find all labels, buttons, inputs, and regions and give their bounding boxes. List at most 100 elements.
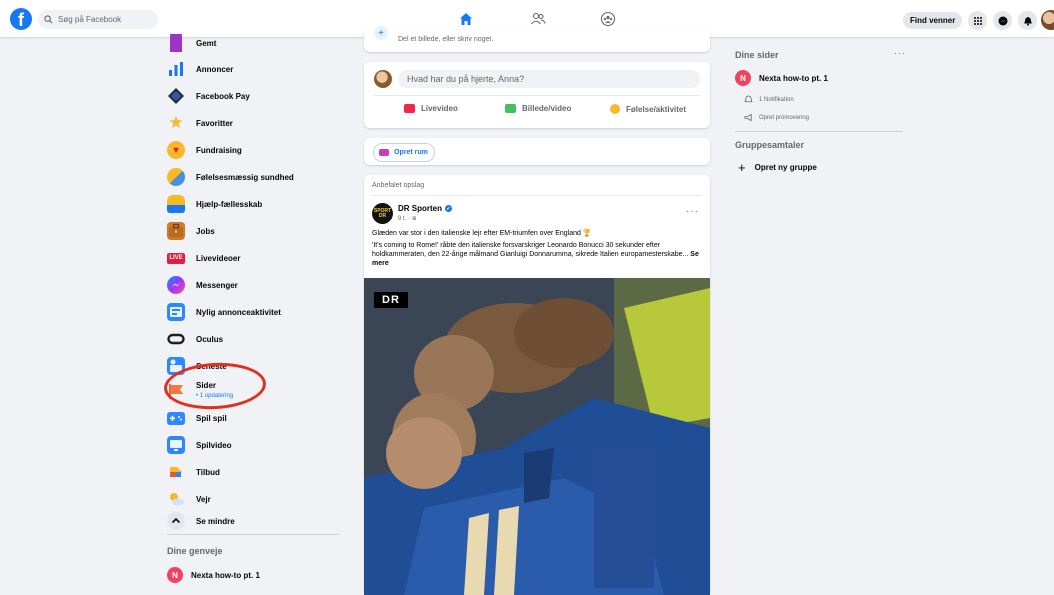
diamond-icon: [167, 87, 185, 105]
composer-avatar[interactable]: [374, 70, 392, 88]
see-less-button[interactable]: Se mindre: [167, 509, 235, 533]
create-room-card: Opret rum: [364, 138, 710, 165]
sidebar-item-community-help[interactable]: Hjælp-fællesskab: [167, 192, 262, 216]
feeling-activity-label: Følelse/aktivitet: [626, 104, 687, 114]
page-name: Nexta how-to pt. 1: [759, 73, 828, 83]
notification-link[interactable]: 1 Notifikation: [744, 95, 794, 104]
sidebar-item-label: Vejr: [196, 494, 211, 504]
bell-icon: [1023, 16, 1032, 26]
players-celebrating-image: [364, 278, 710, 595]
sidebar-item-label: Følelsesmæssig sundhed: [196, 172, 294, 182]
post-video[interactable]: DR: [364, 278, 710, 595]
search-box[interactable]: [38, 10, 158, 29]
shortcut-label: Nexta how-to pt. 1: [191, 570, 260, 580]
sidebar-item-label: Se mindre: [196, 516, 235, 526]
bar-chart-icon: [167, 60, 185, 78]
heart-icon: ♥: [167, 141, 185, 159]
live-badge-icon: LIVE: [167, 252, 185, 264]
bookmark-icon: [170, 34, 182, 52]
sidebar-item-emotional-health[interactable]: Følelsesmæssig sundhed: [167, 165, 294, 189]
photo-video-button[interactable]: Billede/video: [505, 104, 571, 113]
pages-options-button[interactable]: ···: [894, 48, 906, 58]
composer-input[interactable]: Hvad har du på hjerte, Anna?: [398, 70, 700, 88]
messenger-icon: [167, 276, 185, 294]
divider: [735, 131, 903, 132]
briefcase-icon: [167, 222, 185, 240]
post-timestamp[interactable]: 9 t. · ⊕: [398, 215, 417, 222]
sidebar-item-weather[interactable]: Vejr: [167, 487, 211, 511]
sidebar-item-favorites[interactable]: ★ Favoritter: [167, 111, 233, 135]
feeling-activity-button[interactable]: Følelse/aktivitet: [610, 104, 686, 114]
live-video-icon: [404, 104, 415, 113]
bell-icon: [744, 95, 753, 103]
sidebar-item-saved[interactable]: Gemt: [167, 31, 216, 55]
live-video-button[interactable]: Livevideo: [404, 104, 458, 113]
sidebar-item-label: Jobs: [196, 226, 215, 236]
divider: [374, 95, 700, 96]
groups-icon: [600, 11, 616, 26]
create-promotion-link[interactable]: Opret promovering: [744, 113, 809, 122]
sidebar-item-oculus[interactable]: Oculus: [167, 327, 223, 351]
sidebar-item-live-videos[interactable]: LIVE Livevideoer: [167, 246, 240, 270]
sidebar-item-label: Fundraising: [196, 145, 242, 155]
friends-icon: [531, 12, 546, 24]
post-author-avatar[interactable]: SPORT DR: [372, 203, 393, 224]
create-group-button[interactable]: + Opret ny gruppe: [738, 160, 817, 175]
sidebar-item-label: Hjælp-fællesskab: [196, 199, 263, 209]
dr-logo: DR: [374, 292, 408, 308]
create-room-button[interactable]: Opret rum: [373, 143, 435, 162]
sidebar-item-label: Facebook Pay: [196, 91, 250, 101]
group-chats-heading: Gruppesamtaler: [735, 140, 805, 150]
author-name-text: DR Sporten: [398, 204, 442, 213]
sidebar-item-ads[interactable]: Annoncer: [167, 57, 233, 81]
vr-headset-icon: [167, 330, 185, 348]
recommended-post: Anbefalet opslag SPORT DR DR Sporten ✔ 9…: [364, 175, 710, 595]
game-video-icon: [167, 436, 185, 454]
sidebar-item-game-video[interactable]: Spilvideo: [167, 433, 232, 457]
post-body: Glæden var stor i den italienske lejr ef…: [372, 229, 706, 268]
notification-label: 1 Notifikation: [759, 96, 794, 103]
post-paragraph-text: 'It's coming to Rome!' råbte den italien…: [372, 242, 689, 258]
page-avatar: N: [735, 70, 751, 86]
sidebar-item-recent-ad-activity[interactable]: Nylig annonceaktivitet: [167, 300, 281, 324]
sidebar-item-label: Favoritter: [196, 118, 233, 128]
helping-hand-icon: [167, 195, 185, 213]
notifications-button[interactable]: [1018, 11, 1037, 30]
page-nexta[interactable]: N Nexta how-to pt. 1: [735, 70, 828, 86]
sidebar-item-facebook-pay[interactable]: Facebook Pay: [167, 84, 250, 108]
messenger-button[interactable]: [993, 11, 1012, 30]
profile-avatar[interactable]: [1041, 10, 1054, 30]
create-room-label: Opret rum: [394, 149, 428, 156]
sidebar-item-offers[interactable]: Tilbud: [167, 460, 220, 484]
home-icon: [460, 12, 472, 25]
plus-icon[interactable]: +: [374, 26, 388, 40]
post-author-name[interactable]: DR Sporten ✔: [398, 204, 452, 213]
shortcuts-heading: Dine genveje: [167, 546, 223, 556]
cloud-icon: [167, 168, 185, 186]
search-input[interactable]: [56, 14, 156, 25]
story-composer-card[interactable]: + Del et billede, eller skriv noget.: [364, 26, 710, 52]
sidebar-item-label: Tilbud: [196, 467, 220, 477]
megaphone-icon: [744, 113, 752, 122]
sidebar-item-messenger[interactable]: Messenger: [167, 273, 238, 297]
sidebar-item-jobs[interactable]: Jobs: [167, 219, 215, 243]
chevron-up-icon: [167, 512, 185, 530]
post-options-button[interactable]: ···: [686, 206, 699, 217]
sidebar-item-label: Livevideoer: [196, 253, 241, 263]
sidebar-item-label: Oculus: [196, 334, 224, 344]
divider: [167, 534, 339, 535]
menu-button[interactable]: [968, 11, 987, 30]
story-hint: Del et billede, eller skriv noget.: [398, 36, 494, 43]
sidebar-item-label: Messenger: [196, 280, 238, 290]
sidebar-item-play-games[interactable]: Spil spil: [167, 406, 227, 430]
post-headline: Glæden var stor i den italienske lejr ef…: [372, 230, 592, 237]
sidebar-item-fundraising[interactable]: ♥ Fundraising: [167, 138, 242, 162]
promotion-label: Opret promovering: [759, 114, 810, 121]
verified-badge-icon: ✔: [445, 205, 452, 212]
find-friends-button[interactable]: Find venner: [903, 12, 963, 29]
facebook-logo-icon[interactable]: f: [10, 8, 32, 30]
recommended-label: Anbefalet opslag: [372, 182, 425, 189]
video-camera-icon: [379, 149, 389, 156]
star-icon: ★: [168, 113, 184, 132]
post-paragraph: 'It's coming to Rome!' råbte den italien…: [372, 241, 706, 268]
